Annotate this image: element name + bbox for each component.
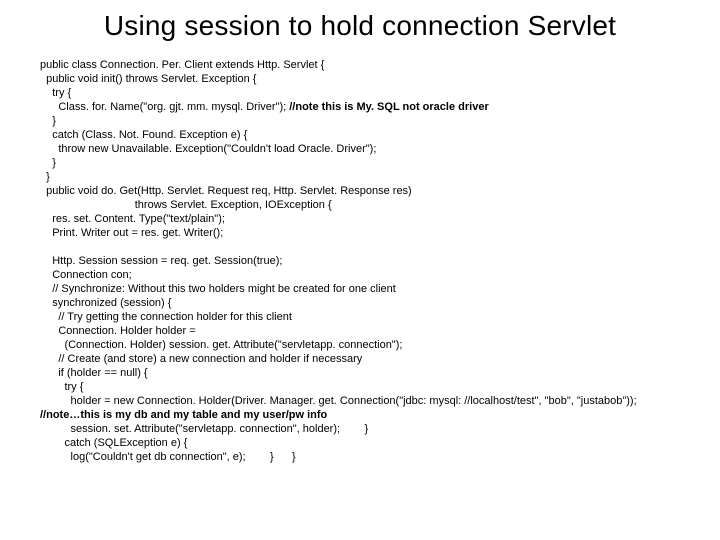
code-line: catch (SQLException e) { [40,437,187,449]
code-line: // Create (and store) a new connection a… [40,353,362,365]
code-block: public class Connection. Per. Client ext… [40,58,700,464]
code-line: try { [40,87,71,99]
code-line: try { [40,381,83,393]
code-line: public void init() throws Servlet. Excep… [40,73,256,85]
code-line: Connection con; [40,269,132,281]
code-line: if (holder == null) { [40,367,148,379]
slide: Using session to hold connection Servlet… [0,0,720,540]
code-line: } [40,115,56,127]
code-line: } [40,157,56,169]
code-comment-bold: //note this is My. SQL not oracle driver [289,101,488,113]
code-line: res. set. Content. Type("text/plain"); [40,213,225,225]
slide-title: Using session to hold connection Servlet [0,10,720,42]
code-line: Print. Writer out = res. get. Writer(); [40,227,223,239]
code-line: Connection. Holder holder = [40,325,196,337]
code-line: // Try getting the connection holder for… [40,311,292,323]
code-line: } [40,171,50,183]
code-line: // Synchronize: Without this two holders… [40,283,396,295]
code-line: synchronized (session) { [40,297,171,309]
code-line: (Connection. Holder) session. get. Attri… [40,339,402,351]
code-line: log("Couldn't get db connection", e); } … [40,451,296,463]
code-line: public class Connection. Per. Client ext… [40,59,324,71]
code-line: throw new Unavailable. Exception("Couldn… [40,143,376,155]
code-line: holder = new Connection. Holder(Driver. … [40,395,637,407]
code-line: catch (Class. Not. Found. Exception e) { [40,129,247,141]
code-comment-bold: //note…this is my db and my table and my… [40,409,327,421]
code-line: session. set. Attribute("servletapp. con… [40,423,368,435]
code-line: Http. Session session = req. get. Sessio… [40,255,282,267]
code-line: Class. for. Name("org. gjt. mm. mysql. D… [40,101,289,113]
code-line: public void do. Get(Http. Servlet. Reque… [40,185,412,197]
code-line: throws Servlet. Exception, IOException { [40,199,332,211]
